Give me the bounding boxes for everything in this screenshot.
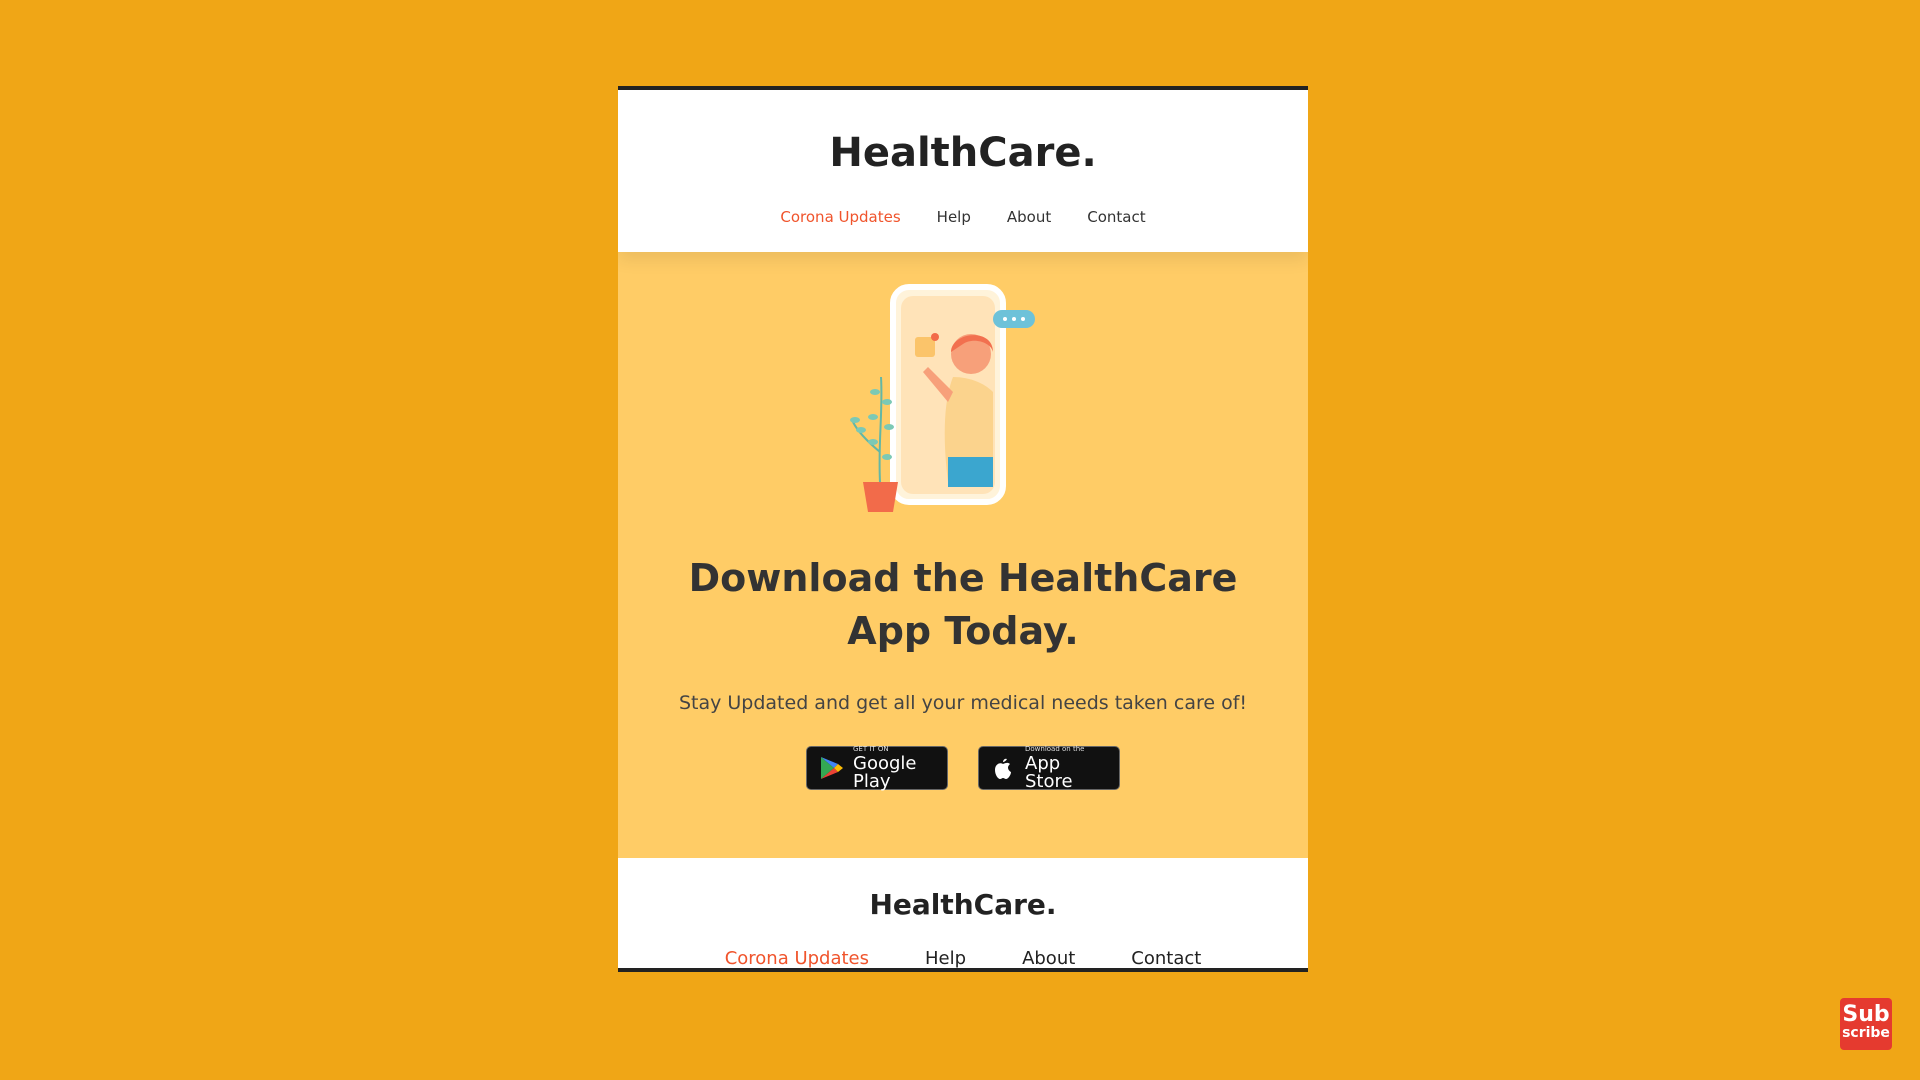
app-store-button[interactable]: Download on the App Store [978,744,1120,792]
app-store-caption: Download on the [1025,744,1085,753]
google-play-button[interactable]: GET IT ON Google Play [806,744,948,792]
nav-corona-updates[interactable]: Corona Updates [780,208,900,226]
footer-brand[interactable]: HealthCare. [618,888,1308,921]
nav-help[interactable]: Help [937,208,971,226]
phone-illustration [850,284,1035,512]
google-play-caption: GET IT ON [853,744,889,753]
site-footer: HealthCare. Corona Updates Help About Co… [618,858,1308,968]
footer-nav: Corona Updates Help About Contact [618,948,1308,968]
app-store-text: Download on the App Store [1025,744,1109,792]
subscribe-line1: Sub [1842,1002,1890,1027]
store-buttons: GET IT ON Google Play Download on the Ap… [618,744,1308,792]
footer-nav-about[interactable]: About [1022,948,1075,968]
nav-about[interactable]: About [1007,208,1051,226]
footer-nav-contact[interactable]: Contact [1131,948,1201,968]
google-play-label: Google Play [853,752,917,792]
app-store-label: App Store [1025,752,1073,792]
subscribe-line2: scribe [1842,1025,1890,1041]
website-preview-frame: HealthCare. Corona Updates Help About Co… [618,86,1308,972]
subscribe-badge[interactable]: Sub scribe [1840,998,1892,1050]
hero-headline: Download the HealthCare App Today. [688,556,1238,654]
site-header: HealthCare. Corona Updates Help About Co… [618,90,1308,252]
plant-leaves [850,389,894,460]
hero-subtext: Stay Updated and get all your medical ne… [678,692,1248,714]
card-icon [915,337,935,357]
footer-nav-help[interactable]: Help [925,948,966,968]
plant-pot [863,482,898,512]
nav-contact[interactable]: Contact [1087,208,1145,226]
brand-logo[interactable]: HealthCare. [618,130,1308,176]
apple-icon [995,758,1011,779]
google-play-text: GET IT ON Google Play [853,744,937,792]
footer-nav-corona-updates[interactable]: Corona Updates [725,948,869,968]
person-pants [948,457,993,487]
google-play-icon [821,757,843,779]
top-nav: Corona Updates Help About Contact [618,208,1308,226]
hero-section: Download the HealthCare App Today. Stay … [618,252,1308,858]
